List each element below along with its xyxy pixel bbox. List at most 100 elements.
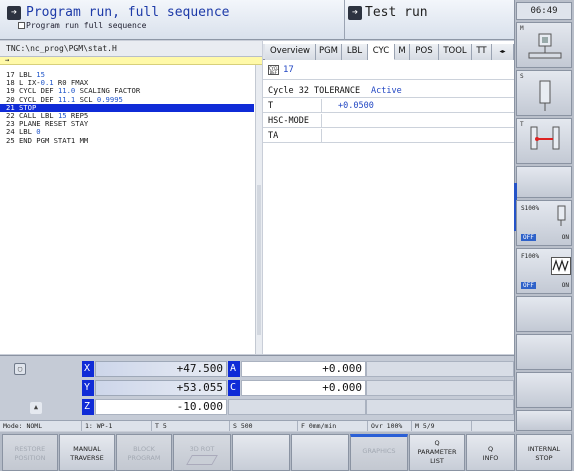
status-row-t: T +0.0500 [263,99,514,113]
s-label: S [520,73,524,80]
tab-overview[interactable]: Overview [265,44,316,60]
off-state: OFF [521,234,536,241]
cycle-header: CYCL DEF 17 [263,62,514,80]
blank-4-softkey[interactable] [232,434,290,471]
tab-m[interactable]: M [395,44,410,60]
feed-override-softkey[interactable]: F100% OFF ON [516,248,572,294]
cycle-def-icon: CYCL DEF [268,65,279,75]
axis-z-label: Z [82,399,94,415]
program-panel: TNC:\nc_prog\PGM\stat.H → 17 LBL 15 18 L … [0,41,262,354]
workpiece-icon[interactable]: ▢ [14,363,26,375]
override: Ovr 100% [368,421,412,431]
on-state: ON [561,282,569,289]
spindle-override-toggle[interactable]: OFF ON [521,234,569,241]
spindle-softkey[interactable]: S [516,70,572,116]
program-lines[interactable]: 17 LBL 15 18 L IX-0.1 R0 FMAX 19 CYCL DEF … [0,70,254,145]
empty-axis-cell [366,380,514,396]
off-state: OFF [521,282,536,289]
workpiece-preset: 1: WP-1 [82,421,152,431]
program-line[interactable]: 25 END PGM STAT1 MM [0,136,254,145]
row-key: HSC-MODE [268,116,309,126]
tool-softkey[interactable]: T [516,118,572,164]
spindle-override-icon [557,205,566,226]
row-value: Active [371,86,402,96]
mode-header-left: ➔ Program run, full sequence Program run… [0,0,344,40]
status-line: Mode: NOML 1: WP-1 T 5 S 500 F 0mm/min O… [0,420,514,431]
block-program-softkey[interactable]: BLOCK PROGRAM [116,434,172,471]
axis-z-value: -10.000 [176,400,223,413]
tab-pos[interactable]: POS [410,44,439,60]
graphics-softkey[interactable]: GRAPHICS [350,434,408,471]
axis-c-value: +0.000 [322,381,362,394]
tab-scroll-arrows[interactable]: ◂▸ [492,44,514,60]
value-cell [321,114,514,127]
axis-a-label: A [228,361,240,377]
program-path: TNC:\nc_prog\PGM\stat.H [0,41,262,57]
spindle-speed: S 500 [230,421,298,431]
status-row-tolerance: Cycle 32 TOLERANCE Active [263,84,514,98]
tool-number: T 5 [152,421,230,431]
mode-indicator: Mode: NOML [0,421,82,431]
blank-softkey-5[interactable] [516,410,572,431]
tab-tool[interactable]: TOOL [439,44,472,60]
sub-mode-icon [18,22,25,29]
axis-x-label: X [82,361,94,377]
secondary-mode-title: Test run [365,5,428,20]
tool-change-icon [530,126,560,150]
scroll-thumb[interactable] [257,185,261,335]
operating-mode-subtitle: Program run full sequence [26,21,147,30]
tab-cyc[interactable]: CYC [368,44,395,60]
feed-override-toggle[interactable]: OFF ON [521,282,569,289]
block-arrow-row: → [0,57,262,65]
program-line[interactable]: 20 CYCL DEF 11.1 SCL 0.9995 [0,95,254,104]
status-row-hsc-mode: HSC-MODE [263,114,514,128]
clock: 06:49 [516,2,572,20]
tab-pgm[interactable]: PGM [316,44,342,60]
m-functions: M 5/9 [412,421,472,431]
axis-c-label: C [228,380,240,396]
tab-tt[interactable]: TT [472,44,492,60]
spindle-override-label: S100% [521,205,540,212]
blank-softkey-3[interactable] [516,334,572,370]
program-scrollbar[interactable] [255,65,262,354]
empty-axis-cell [228,399,366,415]
restore-position-softkey[interactable]: RESTORE POSITION [2,434,58,471]
spindle-icon [539,80,551,111]
spindle-override-softkey[interactable]: S100% OFF ON [516,200,572,246]
m-function-softkey[interactable]: M [516,22,572,68]
axis-y-value: +53.055 [176,381,223,394]
feed-wave-icon [551,257,571,275]
blank-softkey-2[interactable] [516,296,572,332]
status-row-ta: TA [263,129,514,143]
machine-icon: ▲ [30,402,42,414]
blank-5-softkey[interactable] [291,434,349,471]
manual-traverse-softkey[interactable]: MANUAL TRAVERSE [59,434,115,471]
spindle-table-icon [528,33,562,59]
cycle-number: 17 [283,65,294,75]
row-key: TA [268,131,279,141]
m-label: M [520,25,524,32]
test-run-icon: ➔ [348,6,362,20]
3d-rot-softkey[interactable]: 3D ROT [173,434,231,471]
empty-axis-cell [366,399,514,415]
status-tabs: Overview PGM LBL CYC M POS TOOL TT ◂▸ [263,44,514,60]
t-label: T [520,121,524,128]
axis-y-label: Y [82,380,94,396]
operating-mode-title: Program run, full sequence [26,5,230,20]
row-key: T [268,101,274,111]
q-parameter-list-softkey[interactable]: Q PARAMETER LIST [409,434,465,471]
blank-softkey-1[interactable] [516,166,572,198]
status-panel: Overview PGM LBL CYC M POS TOOL TT ◂▸ CYCL DEF 1… [263,41,514,354]
feed-override-label: F100% [521,253,540,260]
position-display: ▢ ▲ X +47.500 A +0.000 Y +53.055 C +0.00… [0,355,514,420]
mode-header-right[interactable]: ➔ Test run [344,0,514,40]
internal-stop-softkey[interactable]: INTERNAL STOP [516,434,572,471]
q-info-softkey[interactable]: Q INFO [466,434,515,471]
blank-softkey-4[interactable] [516,372,572,408]
tab-lbl[interactable]: LBL [342,44,368,60]
row-key: Cycle 32 TOLERANCE [268,86,361,96]
empty-axis-cell [366,361,514,377]
rotation-plane-icon [186,455,218,465]
feed-rate: F 0mm/min [298,421,368,431]
axis-x-value: +47.500 [176,362,223,375]
